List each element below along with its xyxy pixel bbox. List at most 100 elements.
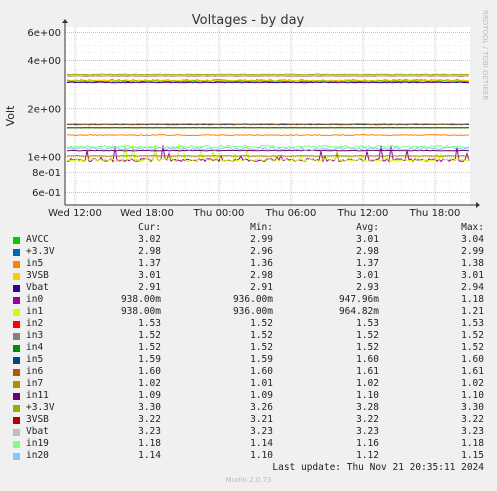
legend-row: in1 938.00m 936.00m 964.82m 1.21 bbox=[0, 306, 497, 318]
value-cur: 1.02 bbox=[138, 378, 161, 389]
value-min: 1.52 bbox=[250, 342, 273, 353]
legend-label: in19 bbox=[26, 438, 49, 449]
legend-row: in5 1.59 1.59 1.60 1.60 bbox=[0, 354, 497, 366]
value-min: 3.26 bbox=[250, 402, 273, 413]
value-cur: 1.53 bbox=[138, 318, 161, 329]
legend-row: Vbat 3.23 3.23 3.23 3.23 bbox=[0, 426, 497, 438]
legend-label: 3VSB bbox=[26, 270, 49, 281]
legend-label: in3 bbox=[26, 330, 44, 341]
value-max: 1.61 bbox=[461, 366, 484, 377]
value-min: 2.99 bbox=[250, 234, 273, 245]
legend-row: in19 1.18 1.14 1.16 1.18 bbox=[0, 438, 497, 450]
series-line bbox=[66, 149, 470, 152]
value-max: 1.15 bbox=[461, 450, 484, 461]
value-cur: 3.22 bbox=[138, 414, 161, 425]
legend-row: in2 1.53 1.52 1.53 1.53 bbox=[0, 318, 497, 330]
munin-version: Munin 2.0.73 bbox=[225, 476, 272, 484]
legend-label: in0 bbox=[26, 294, 44, 305]
legend-swatch bbox=[13, 417, 20, 424]
legend-swatch bbox=[13, 285, 20, 292]
series-line bbox=[66, 81, 470, 84]
value-avg: 1.60 bbox=[356, 354, 379, 365]
legend-row: Vbat 2.91 2.91 2.93 2.94 bbox=[0, 282, 497, 294]
col-min: Min: bbox=[250, 222, 273, 233]
value-cur: 1.52 bbox=[138, 342, 161, 353]
value-avg: 964.82m bbox=[338, 306, 379, 317]
legend-label: in4 bbox=[26, 342, 44, 353]
value-min: 2.91 bbox=[250, 282, 273, 293]
value-max: 1.18 bbox=[461, 438, 484, 449]
value-cur: 1.60 bbox=[138, 366, 161, 377]
value-avg: 1.37 bbox=[356, 258, 379, 269]
legend-row: in3 1.52 1.52 1.52 1.52 bbox=[0, 330, 497, 342]
value-max: 1.38 bbox=[461, 258, 484, 269]
value-min: 1.60 bbox=[250, 366, 273, 377]
legend-row: in6 1.60 1.60 1.61 1.61 bbox=[0, 366, 497, 378]
value-min: 1.36 bbox=[250, 258, 273, 269]
value-avg: 1.61 bbox=[356, 366, 379, 377]
value-max: 1.52 bbox=[461, 330, 484, 341]
legend-label: +3.3V bbox=[26, 246, 55, 257]
value-avg: 3.22 bbox=[356, 414, 379, 425]
value-min: 3.21 bbox=[250, 414, 273, 425]
legend-swatch bbox=[13, 405, 20, 412]
y-tick-label: 1e+00 bbox=[27, 152, 61, 163]
value-cur: 3.01 bbox=[138, 270, 161, 281]
legend-swatch bbox=[13, 309, 20, 316]
value-cur: 938.00m bbox=[120, 294, 161, 305]
value-min: 936.00m bbox=[232, 294, 273, 305]
value-cur: 1.14 bbox=[138, 450, 161, 461]
value-avg: 2.98 bbox=[356, 246, 379, 257]
legend-swatch bbox=[13, 297, 20, 304]
value-max: 1.60 bbox=[461, 354, 484, 365]
legend-row: in11 1.09 1.09 1.10 1.10 bbox=[0, 390, 497, 402]
last-update: Last update: Thu Nov 21 20:35:11 2024 bbox=[272, 462, 484, 473]
chart-title: Voltages - by day bbox=[192, 13, 305, 28]
value-avg: 3.23 bbox=[356, 426, 379, 437]
legend-swatch bbox=[13, 441, 20, 448]
value-max: 3.04 bbox=[461, 234, 484, 245]
value-max: 1.02 bbox=[461, 378, 484, 389]
legend-swatch bbox=[13, 249, 20, 256]
legend-swatch bbox=[13, 357, 20, 364]
value-min: 1.52 bbox=[250, 330, 273, 341]
y-axis-arrow bbox=[62, 19, 68, 23]
legend-label: AVCC bbox=[26, 234, 49, 245]
legend-label: in1 bbox=[26, 306, 44, 317]
legend-swatch bbox=[13, 369, 20, 376]
legend-label: 3VSB bbox=[26, 414, 49, 425]
voltage-chart: Voltages - by day RRDTOOL / TOBI OETIKER… bbox=[4, 10, 489, 219]
value-avg: 3.01 bbox=[356, 234, 379, 245]
value-avg: 1.16 bbox=[356, 438, 379, 449]
y-tick-label: 2e+00 bbox=[27, 104, 61, 115]
value-cur: 1.59 bbox=[138, 354, 161, 365]
value-max: 1.10 bbox=[461, 390, 484, 401]
value-max: 3.30 bbox=[461, 402, 484, 413]
value-cur: 1.52 bbox=[138, 330, 161, 341]
value-min: 1.10 bbox=[250, 450, 273, 461]
plot-area bbox=[65, 27, 470, 205]
value-min: 2.96 bbox=[250, 246, 273, 257]
value-avg: 1.52 bbox=[356, 330, 379, 341]
y-tick-label: 6e+00 bbox=[27, 28, 61, 39]
legend-swatch bbox=[13, 381, 20, 388]
value-cur: 938.00m bbox=[120, 306, 161, 317]
value-avg: 1.02 bbox=[356, 378, 379, 389]
legend-row: in5 1.37 1.36 1.37 1.38 bbox=[0, 258, 497, 270]
value-avg: 3.28 bbox=[356, 402, 379, 413]
col-avg: Avg: bbox=[356, 222, 379, 233]
legend-swatch bbox=[13, 273, 20, 280]
x-tick-label: Thu 00:00 bbox=[193, 208, 245, 219]
legend-label: in5 bbox=[26, 354, 44, 365]
value-avg: 3.01 bbox=[356, 270, 379, 281]
value-min: 1.09 bbox=[250, 390, 273, 401]
legend-row: 3VSB 3.22 3.21 3.22 3.22 bbox=[0, 414, 497, 426]
legend-label: in7 bbox=[26, 378, 44, 389]
value-min: 1.59 bbox=[250, 354, 273, 365]
legend-swatch bbox=[13, 345, 20, 352]
legend-row: in20 1.14 1.10 1.12 1.15 bbox=[0, 450, 497, 462]
value-max: 2.99 bbox=[461, 246, 484, 257]
value-min: 2.98 bbox=[250, 270, 273, 281]
col-cur: Cur: bbox=[138, 222, 161, 233]
value-cur: 2.98 bbox=[138, 246, 161, 257]
